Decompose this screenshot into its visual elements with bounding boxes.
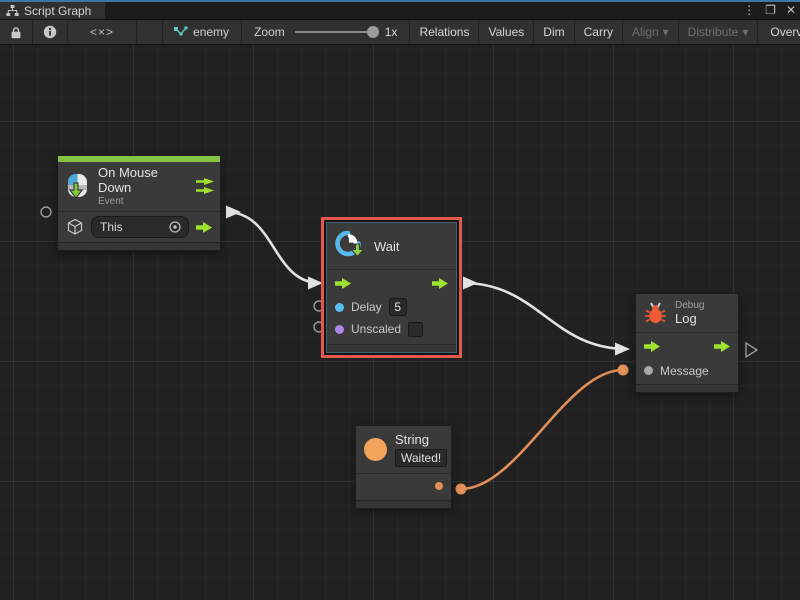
node-string[interactable]: String Waited! [355, 425, 452, 509]
node-group: Debug [675, 300, 730, 311]
unscaled-checkbox[interactable] [408, 322, 423, 337]
chevron-down-icon: ▾ [742, 25, 748, 39]
dim-button[interactable]: Dim [534, 20, 574, 44]
bool-port[interactable] [335, 325, 344, 334]
relations-label: Relations [419, 25, 469, 39]
relations-button[interactable]: Relations [410, 20, 479, 44]
graph-reference[interactable]: enemy [163, 20, 242, 44]
gameobject-cube-icon [66, 218, 84, 236]
values-button[interactable]: Values [479, 20, 534, 44]
flow-input-arrow-icon[interactable] [644, 341, 660, 352]
message-port[interactable] [644, 366, 653, 375]
carry-button[interactable]: Carry [575, 20, 623, 44]
wait-timer-icon [335, 230, 366, 262]
info-icon [43, 25, 57, 39]
target-value: This [100, 220, 168, 234]
lock-icon [10, 26, 22, 39]
unconnected-flow-output[interactable] [746, 343, 757, 357]
delay-input[interactable]: 5 [389, 298, 407, 316]
node-title: On Mouse Down [98, 165, 188, 195]
node-title: Wait [374, 239, 400, 254]
toolbar-spacer [137, 20, 163, 44]
mouse-down-icon [65, 173, 90, 200]
zoom-slider[interactable] [295, 31, 377, 33]
align-label: Align [632, 25, 659, 39]
zoom-control: Zoom 1x [242, 20, 410, 44]
dim-label: Dim [543, 25, 564, 39]
node-debug-log[interactable]: Debug Log Message [635, 293, 739, 393]
string-literal-icon [364, 438, 387, 461]
wire-end-dot [618, 365, 629, 376]
graph-name: enemy [193, 25, 229, 39]
node-footer [356, 500, 451, 508]
node-on-mouse-down[interactable]: On Mouse Down Event This [57, 155, 221, 251]
info-button[interactable] [33, 20, 68, 44]
zoom-label: Zoom [254, 25, 285, 39]
close-icon[interactable]: ✕ [786, 2, 796, 19]
maximize-icon[interactable]: ❐ [765, 2, 776, 19]
script-graph-window: Script Graph ⋮ ❐ ✕ <×> [0, 0, 800, 600]
node-wait[interactable]: Wait Delay 5 [326, 222, 457, 353]
tab-title: Script Graph [24, 4, 91, 18]
zoom-value: 1x [385, 25, 398, 39]
wire-wait-to-log[interactable] [463, 283, 627, 349]
graph-canvas[interactable]: On Mouse Down Event This [0, 45, 800, 600]
values-label: Values [488, 25, 524, 39]
graph-icon [173, 26, 188, 39]
distribute-label: Distribute [688, 25, 739, 39]
node-subtitle: Event [98, 196, 188, 207]
flow-output-arrow-icon[interactable] [432, 278, 448, 289]
lock-button[interactable] [0, 20, 33, 44]
window-controls: ⋮ ❐ ✕ [743, 2, 796, 19]
zoom-slider-handle[interactable] [367, 26, 379, 38]
flow-output-arrow-icon[interactable] [196, 222, 212, 233]
align-button[interactable]: Align ▾ [623, 20, 679, 44]
wire-string-to-message[interactable] [461, 370, 623, 489]
distribute-button[interactable]: Distribute ▾ [679, 20, 759, 44]
node-footer [636, 384, 738, 392]
target-field[interactable]: This [91, 216, 189, 238]
wire-start-arrowhead [226, 206, 241, 219]
flow-input-arrow-icon[interactable] [335, 278, 351, 289]
string-value-input[interactable]: Waited! [395, 449, 447, 467]
wire-start-arrowhead [463, 277, 478, 290]
hierarchy-icon [6, 5, 19, 16]
string-value: Waited! [401, 451, 441, 465]
debug-bug-icon [644, 302, 667, 324]
float-port[interactable] [335, 303, 344, 312]
selection-outline-wait: Wait Delay 5 [321, 217, 462, 358]
delay-value: 5 [394, 300, 401, 314]
wire-start-dot [456, 484, 467, 495]
node-footer [58, 242, 220, 250]
tab-bar: Script Graph ⋮ ❐ ✕ [0, 2, 800, 19]
unscaled-label: Unscaled [351, 322, 401, 336]
overview-label: Overview [770, 25, 800, 39]
wire-end-arrowhead [615, 343, 630, 356]
node-footer [327, 344, 456, 352]
unconnected-port-target[interactable] [41, 207, 51, 217]
string-output-port[interactable] [435, 482, 443, 490]
tab-script-graph[interactable]: Script Graph [0, 2, 105, 19]
delay-label: Delay [351, 300, 382, 314]
carry-label: Carry [584, 25, 613, 39]
chevron-down-icon: ▾ [663, 25, 669, 39]
message-label: Message [660, 364, 709, 378]
overview-button[interactable]: Overview [758, 20, 800, 44]
kebab-menu-icon[interactable]: ⋮ [743, 2, 755, 19]
graph-toolbar: <×> enemy Zoom 1x Relations Values Dim C… [0, 19, 800, 45]
code-icon: <×> [90, 25, 114, 39]
event-trigger-output-icon[interactable] [196, 178, 214, 194]
node-title: Log [675, 311, 730, 326]
object-picker-icon[interactable] [168, 220, 182, 234]
wire-onmousedown-to-wait[interactable] [226, 212, 320, 283]
node-title: String [395, 432, 447, 447]
code-view-button[interactable]: <×> [68, 20, 137, 44]
flow-output-arrow-icon[interactable] [714, 341, 730, 352]
